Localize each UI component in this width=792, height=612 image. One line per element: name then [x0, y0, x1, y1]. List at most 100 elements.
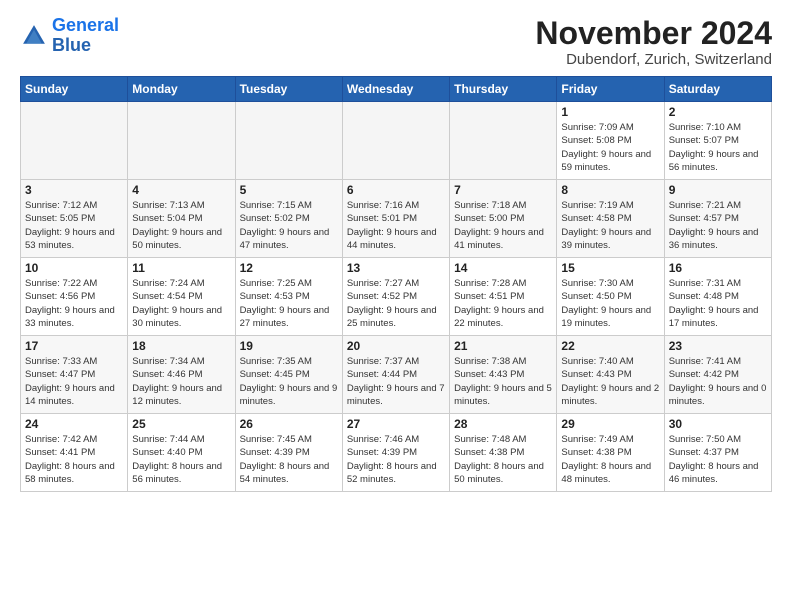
day-number: 5 — [240, 183, 338, 197]
calendar-cell: 15Sunrise: 7:30 AMSunset: 4:50 PMDayligh… — [557, 258, 664, 336]
calendar-cell: 27 Sunrise: 7:46 AMSunset: 4:39 PMDayligh… — [342, 414, 449, 492]
calendar-cell — [21, 102, 128, 180]
calendar-week-3: 10 Sunrise: 7:22 AMSunset: 4:56 PMDayligh… — [21, 258, 772, 336]
calendar-cell — [450, 102, 557, 180]
day-number: 13 — [347, 261, 445, 275]
day-number: 26 — [240, 417, 338, 431]
day-number: 27 — [347, 417, 445, 431]
day-number: 18 — [132, 339, 230, 353]
cell-details: Sunrise: 7:13 AMSunset: 5:04 PMDaylight:… — [132, 199, 230, 252]
title-block: November 2024 Dubendorf, Zurich, Switzer… — [535, 16, 772, 68]
cell-details: Sunrise: 7:19 AMSunset: 4:58 PMDaylight:… — [561, 199, 659, 252]
day-number: 21 — [454, 339, 552, 353]
day-number: 9 — [669, 183, 767, 197]
day-number: 22 — [561, 339, 659, 353]
cell-details: Sunrise: 7:44 AMSunset: 4:40 PMDaylight:… — [132, 433, 230, 486]
cell-details: Sunrise: 7:50 AMSunset: 4:37 PMDaylight:… — [669, 433, 767, 486]
calendar-cell — [128, 102, 235, 180]
day-number: 7 — [454, 183, 552, 197]
cell-details: Sunrise: 7:40 AMSunset: 4:43 PMDaylight:… — [561, 355, 659, 408]
day-number: 11 — [132, 261, 230, 275]
calendar-week-2: 3 Sunrise: 7:12 AMSunset: 5:05 PMDaylight… — [21, 180, 772, 258]
calendar-cell: 2Sunrise: 7:10 AMSunset: 5:07 PMDaylight… — [664, 102, 771, 180]
day-header-saturday: Saturday — [664, 77, 771, 102]
day-header-monday: Monday — [128, 77, 235, 102]
logo-icon — [20, 22, 48, 50]
calendar-cell: 9 Sunrise: 7:21 AMSunset: 4:57 PMDaylight… — [664, 180, 771, 258]
day-header-tuesday: Tuesday — [235, 77, 342, 102]
cell-details: Sunrise: 7:27 AMSunset: 4:52 PMDaylight:… — [347, 277, 445, 330]
day-number: 30 — [669, 417, 767, 431]
cell-details: Sunrise: 7:12 AMSunset: 5:05 PMDaylight:… — [25, 199, 123, 252]
cell-details: Sunrise: 7:21 AMSunset: 4:57 PMDaylight:… — [669, 199, 767, 252]
day-number: 19 — [240, 339, 338, 353]
cell-details: Sunrise: 7:31 AMSunset: 4:48 PMDaylight:… — [669, 277, 767, 330]
calendar-cell: 10 Sunrise: 7:22 AMSunset: 4:56 PMDayligh… — [21, 258, 128, 336]
calendar-cell: 26 Sunrise: 7:45 AMSunset: 4:39 PMDayligh… — [235, 414, 342, 492]
cell-details: Sunrise: 7:33 AMSunset: 4:47 PMDaylight:… — [25, 355, 123, 408]
day-number: 15 — [561, 261, 659, 275]
day-number: 6 — [347, 183, 445, 197]
cell-details: Sunrise: 7:09 AMSunset: 5:08 PMDaylight:… — [561, 121, 659, 174]
calendar-cell: 3 Sunrise: 7:12 AMSunset: 5:05 PMDaylight… — [21, 180, 128, 258]
logo: General Blue — [20, 16, 119, 56]
cell-details: Sunrise: 7:22 AMSunset: 4:56 PMDaylight:… — [25, 277, 123, 330]
calendar-cell: 29Sunrise: 7:49 AMSunset: 4:38 PMDayligh… — [557, 414, 664, 492]
logo-text: General Blue — [52, 16, 119, 56]
header: General Blue November 2024 Dubendorf, Zu… — [20, 16, 772, 68]
cell-details: Sunrise: 7:41 AMSunset: 4:42 PMDaylight:… — [669, 355, 767, 408]
day-header-sunday: Sunday — [21, 77, 128, 102]
day-number: 8 — [561, 183, 659, 197]
day-number: 12 — [240, 261, 338, 275]
cell-details: Sunrise: 7:25 AMSunset: 4:53 PMDaylight:… — [240, 277, 338, 330]
cell-details: Sunrise: 7:28 AMSunset: 4:51 PMDaylight:… — [454, 277, 552, 330]
day-header-thursday: Thursday — [450, 77, 557, 102]
calendar-cell: 5Sunrise: 7:15 AMSunset: 5:02 PMDaylight… — [235, 180, 342, 258]
calendar-cell: 18Sunrise: 7:34 AMSunset: 4:46 PMDayligh… — [128, 336, 235, 414]
day-number: 17 — [25, 339, 123, 353]
day-header-friday: Friday — [557, 77, 664, 102]
calendar-week-4: 17 Sunrise: 7:33 AMSunset: 4:47 PMDayligh… — [21, 336, 772, 414]
calendar-cell — [342, 102, 449, 180]
calendar-cell: 7 Sunrise: 7:18 AMSunset: 5:00 PMDaylight… — [450, 180, 557, 258]
calendar-cell: 6 Sunrise: 7:16 AMSunset: 5:01 PMDaylight… — [342, 180, 449, 258]
day-number: 3 — [25, 183, 123, 197]
day-number: 20 — [347, 339, 445, 353]
calendar-cell — [235, 102, 342, 180]
calendar-cell: 11 Sunrise: 7:24 AMSunset: 4:54 PMDayligh… — [128, 258, 235, 336]
main-container: General Blue November 2024 Dubendorf, Zu… — [0, 0, 792, 502]
cell-details: Sunrise: 7:16 AMSunset: 5:01 PMDaylight:… — [347, 199, 445, 252]
calendar-cell: 19 Sunrise: 7:35 AMSunset: 4:45 PMDayligh… — [235, 336, 342, 414]
calendar-table: SundayMondayTuesdayWednesdayThursdayFrid… — [20, 76, 772, 492]
calendar-cell: 4Sunrise: 7:13 AMSunset: 5:04 PMDaylight… — [128, 180, 235, 258]
cell-details: Sunrise: 7:49 AMSunset: 4:38 PMDaylight:… — [561, 433, 659, 486]
month-title: November 2024 — [535, 16, 772, 51]
cell-details: Sunrise: 7:48 AMSunset: 4:38 PMDaylight:… — [454, 433, 552, 486]
day-number: 24 — [25, 417, 123, 431]
calendar-cell: 14 Sunrise: 7:28 AMSunset: 4:51 PMDayligh… — [450, 258, 557, 336]
cell-details: Sunrise: 7:10 AMSunset: 5:07 PMDaylight:… — [669, 121, 767, 174]
cell-details: Sunrise: 7:38 AMSunset: 4:43 PMDaylight:… — [454, 355, 552, 408]
day-number: 10 — [25, 261, 123, 275]
day-number: 25 — [132, 417, 230, 431]
day-number: 14 — [454, 261, 552, 275]
cell-details: Sunrise: 7:45 AMSunset: 4:39 PMDaylight:… — [240, 433, 338, 486]
day-header-wednesday: Wednesday — [342, 77, 449, 102]
cell-details: Sunrise: 7:24 AMSunset: 4:54 PMDaylight:… — [132, 277, 230, 330]
cell-details: Sunrise: 7:42 AMSunset: 4:41 PMDaylight:… — [25, 433, 123, 486]
day-number: 1 — [561, 105, 659, 119]
calendar-cell: 21 Sunrise: 7:38 AMSunset: 4:43 PMDayligh… — [450, 336, 557, 414]
calendar-week-1: 1 Sunrise: 7:09 AMSunset: 5:08 PMDaylight… — [21, 102, 772, 180]
calendar-cell: 8 Sunrise: 7:19 AMSunset: 4:58 PMDaylight… — [557, 180, 664, 258]
calendar-cell: 30 Sunrise: 7:50 AMSunset: 4:37 PMDayligh… — [664, 414, 771, 492]
calendar-header-row: SundayMondayTuesdayWednesdayThursdayFrid… — [21, 77, 772, 102]
calendar-cell: 1 Sunrise: 7:09 AMSunset: 5:08 PMDaylight… — [557, 102, 664, 180]
day-number: 23 — [669, 339, 767, 353]
cell-details: Sunrise: 7:35 AMSunset: 4:45 PMDaylight:… — [240, 355, 338, 408]
calendar-cell: 20Sunrise: 7:37 AMSunset: 4:44 PMDayligh… — [342, 336, 449, 414]
cell-details: Sunrise: 7:18 AMSunset: 5:00 PMDaylight:… — [454, 199, 552, 252]
calendar-cell: 28 Sunrise: 7:48 AMSunset: 4:38 PMDayligh… — [450, 414, 557, 492]
day-number: 28 — [454, 417, 552, 431]
calendar-cell: 25 Sunrise: 7:44 AMSunset: 4:40 PMDayligh… — [128, 414, 235, 492]
cell-details: Sunrise: 7:46 AMSunset: 4:39 PMDaylight:… — [347, 433, 445, 486]
